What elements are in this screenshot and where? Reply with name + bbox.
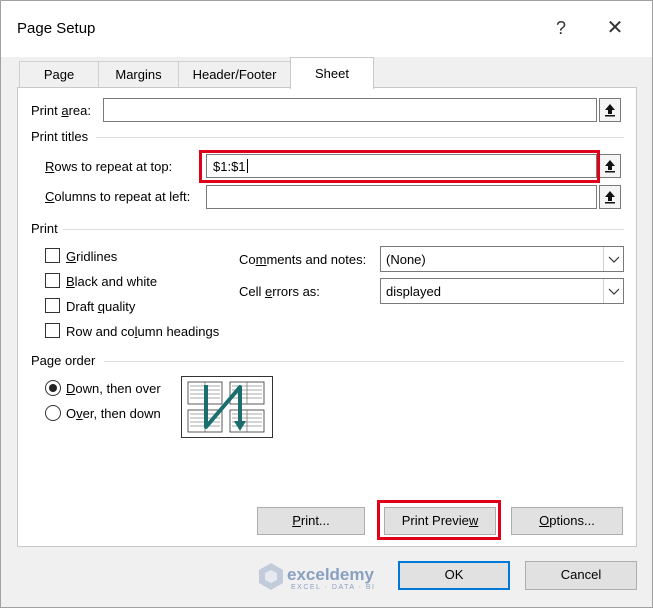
tab-sheet[interactable]: Sheet [290,57,374,89]
page-order-preview-icon [181,376,273,438]
watermark-subtext: EXCEL · DATA · BI [291,584,376,591]
down-then-over-radio[interactable] [45,380,61,396]
print-area-input[interactable] [103,98,597,122]
comments-and-notes-select[interactable]: (None) [380,246,624,272]
page-order-header: Page order [31,353,96,368]
cell-errors-label: Cell errors as: [239,284,320,299]
draft-quality-label[interactable]: Draft quality [66,299,135,314]
chevron-down-icon [603,279,623,303]
print-section-divider [63,229,624,230]
text-caret [246,159,248,173]
page-order-divider [104,361,624,362]
rows-to-repeat-label: Rows to repeat at top: [45,159,173,174]
ok-button[interactable]: OK [398,561,510,590]
rows-collapse-button[interactable] [599,154,621,178]
print-preview-button[interactable]: Print Preview [384,507,496,535]
cell-errors-select[interactable]: displayed [380,278,624,304]
options-button[interactable]: Options... [511,507,623,535]
tab-margins[interactable]: Margins [98,61,179,88]
print-area-label: Print area: [31,103,91,118]
dialog-title: Page Setup [17,20,96,37]
exceldemy-logo-icon [259,563,283,590]
cancel-button[interactable]: Cancel [525,561,637,590]
collapse-dialog-icon [605,191,615,204]
black-and-white-label[interactable]: Black and white [66,274,157,289]
row-column-headings-checkbox[interactable] [45,323,60,338]
rows-to-repeat-input[interactable]: $1:$1 [206,154,597,178]
gridlines-checkbox[interactable] [45,248,60,263]
tab-page[interactable]: Page [19,61,99,88]
over-then-down-radio[interactable] [45,405,61,421]
title-bar: Page Setup ? ✕ [1,1,652,57]
columns-to-repeat-input[interactable] [206,185,597,209]
help-button[interactable]: ? [541,13,581,43]
columns-to-repeat-label: Columns to repeat at left: [45,189,191,204]
columns-collapse-button[interactable] [599,185,621,209]
tab-header-footer[interactable]: Header/Footer [178,61,291,88]
print-area-collapse-button[interactable] [599,98,621,122]
close-button[interactable]: ✕ [595,13,635,43]
print-button[interactable]: Print... [257,507,365,535]
print-titles-divider [96,137,624,138]
gridlines-label[interactable]: Gridlines [66,249,117,264]
black-and-white-checkbox[interactable] [45,273,60,288]
collapse-dialog-icon [605,104,615,117]
radio-selected-dot [49,384,57,392]
row-column-headings-label[interactable]: Row and column headings [66,324,219,339]
comments-and-notes-label: Comments and notes: [239,252,367,267]
draft-quality-checkbox[interactable] [45,298,60,313]
print-section-header: Print [31,221,58,236]
print-titles-header: Print titles [31,129,89,144]
page-setup-dialog: Page Setup ? ✕ Page Margins Header/Foote… [0,0,653,608]
down-then-over-label[interactable]: Down, then over [66,381,161,396]
over-then-down-label[interactable]: Over, then down [66,406,161,421]
chevron-down-icon [603,247,623,271]
collapse-dialog-icon [605,160,615,173]
watermark-text: exceldemy [287,565,374,584]
